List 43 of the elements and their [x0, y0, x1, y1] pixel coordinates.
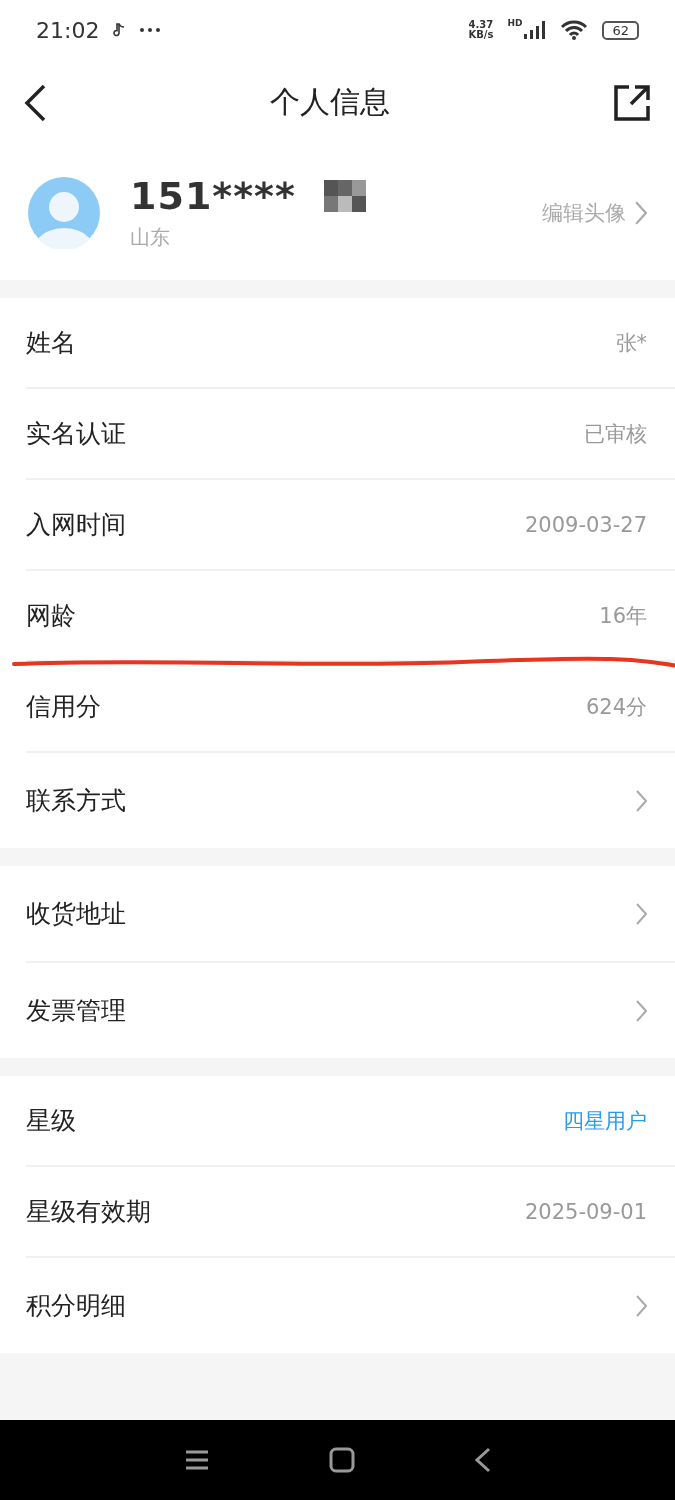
row-label: 积分明细: [26, 1290, 126, 1322]
row-value: 已审核: [584, 420, 647, 448]
row-label: 网龄: [26, 600, 76, 632]
chevron-right-icon: [635, 998, 647, 1023]
page-title: 个人信息: [269, 83, 390, 121]
network-speed: 4.37 KB/s: [468, 20, 494, 40]
row-value: 624分: [585, 693, 647, 721]
row-label: 信用分: [26, 691, 101, 723]
row-label: 实名认证: [26, 418, 126, 450]
more-icon: [139, 27, 162, 33]
row-label: 收货地址: [26, 898, 126, 930]
wifi-icon: [560, 20, 589, 40]
row-value: 2009-03-27: [524, 512, 647, 537]
row-label: 联系方式: [26, 785, 126, 817]
music-note-icon: [113, 23, 126, 37]
row-label: 入网时间: [26, 509, 126, 541]
chevron-right-icon: [635, 901, 647, 926]
row-label: 星级: [26, 1105, 76, 1137]
share-icon[interactable]: [613, 83, 651, 122]
row-label: 星级有效期: [26, 1196, 151, 1228]
chevron-right-icon: [635, 788, 647, 813]
chevron-right-icon: [635, 1293, 647, 1318]
network-type: HD: [507, 18, 523, 28]
region-label: 山东: [130, 224, 171, 251]
status-time: 21:02: [36, 17, 100, 43]
chevron-right-icon: [634, 199, 647, 226]
home-icon[interactable]: [328, 1447, 355, 1473]
mosaic-blur-icon: [323, 180, 366, 212]
info-row[interactable]: 积分明细: [26, 1258, 675, 1353]
row-label: 发票管理: [26, 995, 126, 1027]
row-value: 16年: [599, 602, 647, 630]
row-value: 张*: [615, 329, 647, 357]
row-label: 姓名: [26, 327, 76, 359]
info-row[interactable]: 收货地址: [26, 866, 675, 963]
back-icon[interactable]: [24, 83, 46, 122]
battery-indicator: 62: [602, 20, 639, 40]
signal-icon: [524, 21, 547, 39]
menu-icon[interactable]: [184, 1449, 209, 1471]
row-value: 2025-09-01: [524, 1199, 647, 1224]
info-row[interactable]: 发票管理: [26, 963, 675, 1058]
back-icon[interactable]: [474, 1447, 491, 1473]
phone-number: 151****: [130, 174, 296, 218]
info-row[interactable]: 联系方式: [26, 753, 675, 848]
